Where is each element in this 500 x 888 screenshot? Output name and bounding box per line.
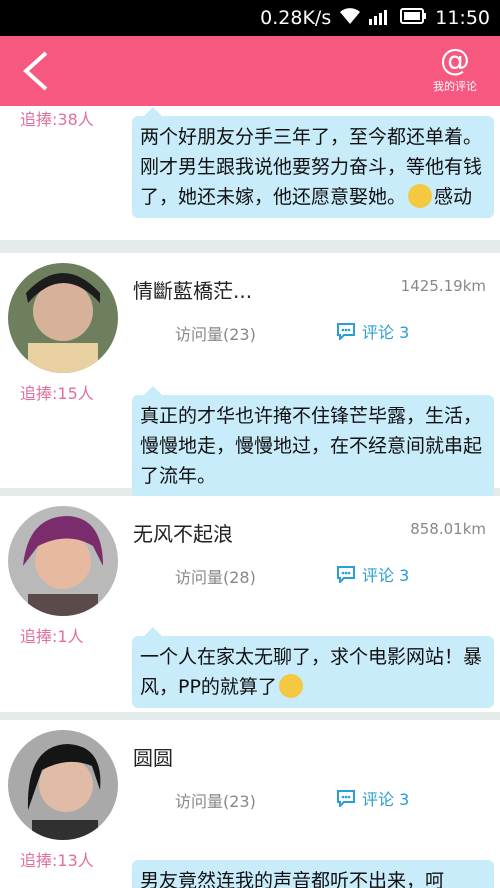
visit-count: 访问量(28) <box>175 568 256 587</box>
chat-icon <box>337 323 355 340</box>
app-bar: @ 我的评论 <box>0 36 500 106</box>
visit-count: 访问量(23) <box>175 325 256 344</box>
back-button[interactable] <box>18 50 54 92</box>
avatar[interactable] <box>8 263 118 373</box>
post-text: 一个人在家太无聊了，求个电影网站！暴风，PP的就算了 <box>132 627 494 708</box>
comments-button[interactable]: 评论 3 <box>336 562 409 586</box>
signal-icon <box>369 7 391 30</box>
comments-button[interactable]: 评论 3 <box>336 786 409 810</box>
post-text: 两个好朋友分手三年了，至今都还单着。刚才男生跟我说他要努力奋斗，等他有钱了，她还… <box>132 107 494 218</box>
post-card[interactable]: 追捧:1人 无风不起浪 858.01km 访问量(28) 评论 3 一个人在家太… <box>0 496 500 712</box>
chat-icon <box>337 790 355 807</box>
chevron-left-icon <box>23 51 48 91</box>
grin-emoji-icon <box>278 674 303 698</box>
user-name[interactable]: 圆圆 <box>133 742 173 771</box>
battery-icon <box>399 7 427 30</box>
fans-count: 追捧:38人 <box>20 110 94 129</box>
comments-button[interactable]: 评论 3 <box>336 319 409 343</box>
crying-emoji-icon <box>408 184 433 208</box>
user-name[interactable]: 无风不起浪 <box>133 518 233 547</box>
post-card[interactable]: 追捧:13人 圆圆 访问量(23) 评论 3 男友竟然连我的声音都听不出来，呵 <box>0 720 500 888</box>
my-comments-label: 我的评论 <box>433 80 477 93</box>
feed-list[interactable]: 追捧:38人 两个好朋友分手三年了，至今都还单着。刚才男生跟我说他要努力奋斗，等… <box>0 106 500 888</box>
post-text: 真正的才华也许掩不住锋芒毕露，生活，慢慢地走，慢慢地过，在不经意间就串起了流年。 <box>132 386 494 497</box>
post-text: 男友竟然连我的声音都听不出来，呵 <box>132 860 494 888</box>
my-comments-button[interactable]: @ 我的评论 <box>424 44 486 94</box>
at-icon: @ <box>440 43 470 78</box>
chat-icon <box>337 566 355 583</box>
clock: 11:50 <box>435 7 490 29</box>
post-card[interactable]: 追捧:15人 情斷藍橋茫... 1425.19km 访问量(23) 评论 3 真… <box>0 253 500 497</box>
fans-count: 追捧:15人 <box>20 384 94 403</box>
fans-count: 追捧:13人 <box>20 851 94 870</box>
avatar[interactable] <box>8 506 118 616</box>
post-card[interactable]: 追捧:38人 两个好朋友分手三年了，至今都还单着。刚才男生跟我说他要努力奋斗，等… <box>0 106 500 240</box>
visit-count: 访问量(23) <box>175 792 256 811</box>
distance: 1425.19km <box>400 277 486 295</box>
avatar[interactable] <box>8 730 118 840</box>
status-bar: 0.28K/s 11:50 <box>0 0 500 36</box>
user-name[interactable]: 情斷藍橋茫... <box>133 275 252 304</box>
wifi-icon <box>339 7 361 30</box>
fans-count: 追捧:1人 <box>20 627 84 646</box>
distance: 858.01km <box>410 520 486 538</box>
network-speed: 0.28K/s <box>260 7 332 29</box>
